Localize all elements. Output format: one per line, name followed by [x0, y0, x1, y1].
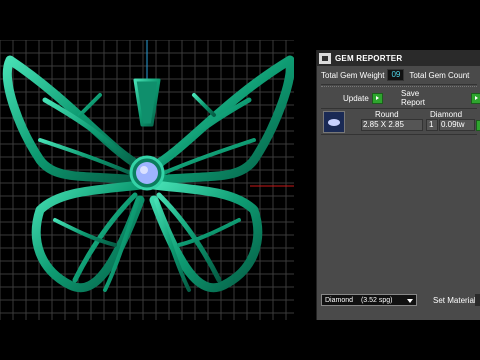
set-material-edge — [475, 294, 480, 306]
total-gem-weight-value: 09 — [387, 69, 405, 81]
gem-reporter-icon — [319, 52, 331, 64]
material-select[interactable]: Diamond (3.52 spg) — [321, 294, 417, 306]
gem-thumbnail-icon — [323, 111, 345, 133]
save-report-label: Save Report — [401, 89, 426, 107]
gem-reporter-panel: GEM REPORTER Total Gem Weight 09 Total G… — [316, 50, 480, 320]
dropdown-caret-icon — [407, 299, 413, 303]
material-sg: (3.52 spg) — [360, 297, 393, 304]
gem-size: 2.85 X 2.85 — [363, 120, 404, 129]
play-arrow-icon[interactable] — [470, 92, 480, 104]
gem-count: 1 — [429, 120, 434, 129]
play-arrow-icon[interactable] — [476, 120, 480, 131]
set-material-button[interactable]: Set Material — [433, 296, 476, 305]
material-selected: Diamond — [325, 297, 354, 304]
total-gem-weight-label: Total Gem Weight — [321, 70, 385, 80]
totals-row: Total Gem Weight 09 Total Gem Count — [321, 68, 469, 82]
3d-viewport[interactable] — [0, 40, 294, 320]
gem-weight: 0.09tw — [441, 120, 465, 129]
total-gem-count-label: Total Gem Count — [409, 70, 470, 80]
table-row[interactable]: 2.85 X 2.85 1 0.09tw — [321, 110, 480, 133]
butterfly-pendant-render — [0, 40, 294, 320]
round-diamond-gem — [136, 162, 158, 184]
panel-title: GEM REPORTER — [335, 53, 403, 63]
update-button[interactable]: Update — [343, 91, 383, 105]
update-label: Update — [343, 93, 369, 103]
save-report-button[interactable]: Save Report — [401, 89, 480, 107]
play-arrow-icon[interactable] — [371, 92, 383, 104]
panel-title-bar: GEM REPORTER — [317, 50, 480, 66]
